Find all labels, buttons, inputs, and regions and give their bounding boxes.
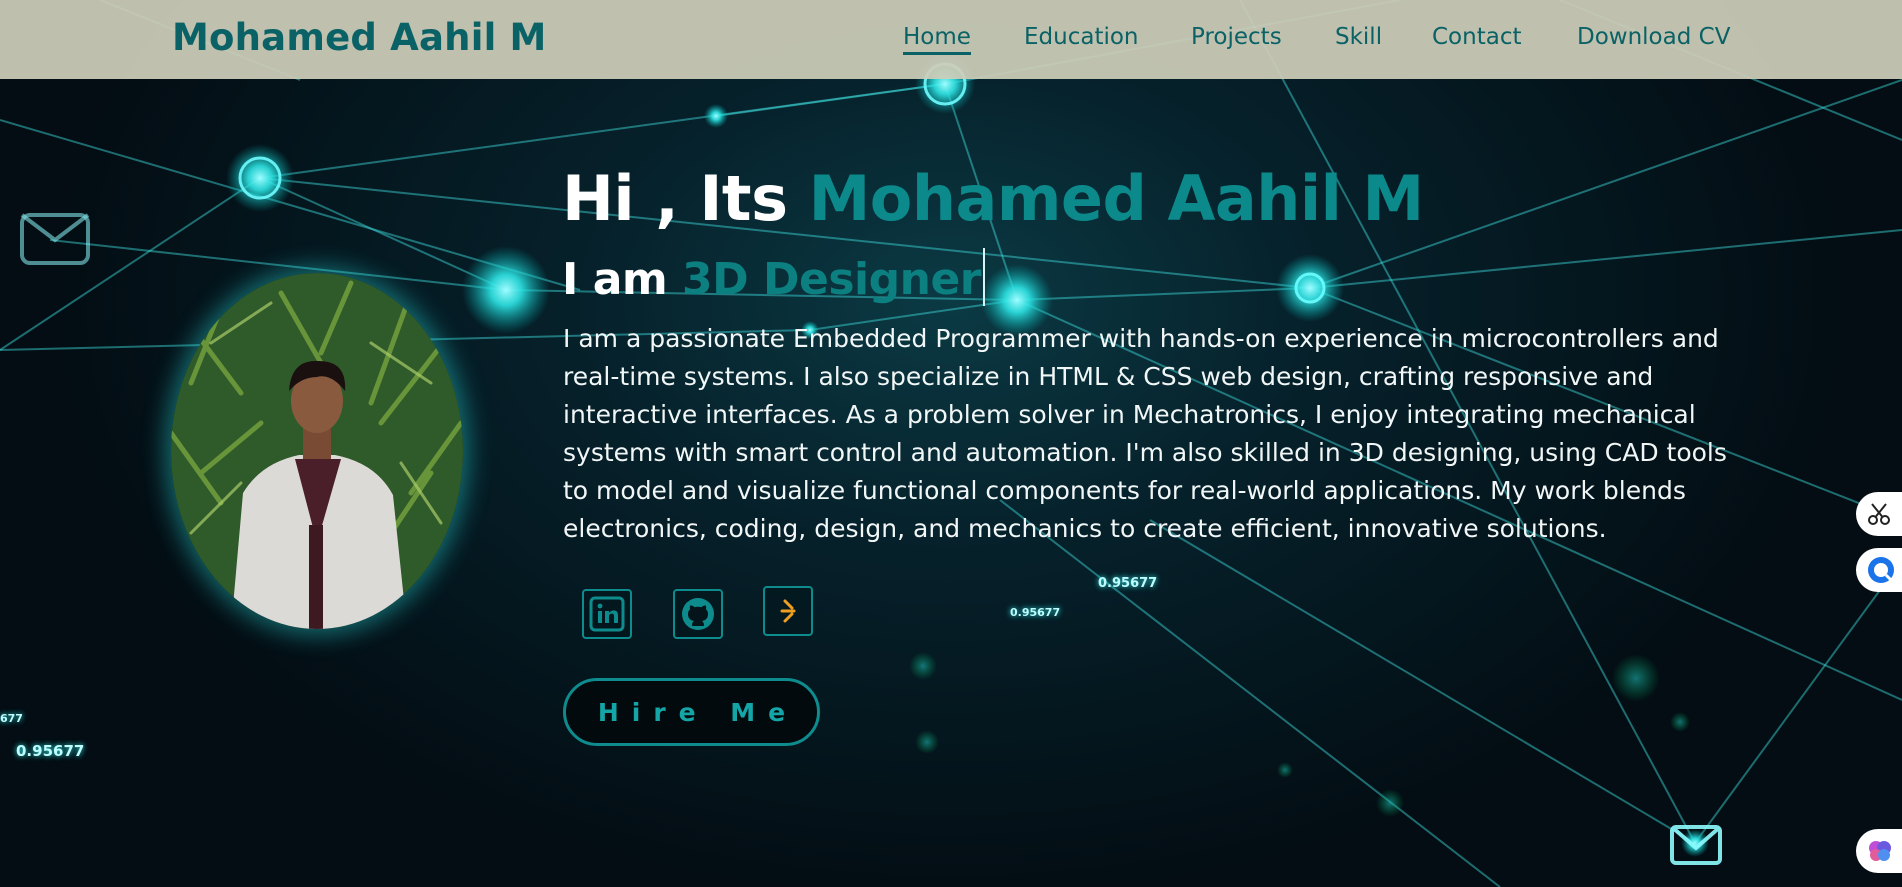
github-icon bbox=[682, 598, 714, 630]
scissors-icon bbox=[1868, 503, 1890, 525]
side-widget-scissors[interactable] bbox=[1856, 492, 1902, 536]
nav-skill[interactable]: Skill bbox=[1335, 24, 1382, 50]
chat-bubble-icon bbox=[1868, 557, 1894, 583]
floating-number: 0.95677 bbox=[1010, 606, 1061, 619]
hire-me-button[interactable]: Hire Me bbox=[563, 678, 820, 746]
hero-bio: I am a passionate Embedded Programmer wi… bbox=[563, 324, 1727, 543]
top-navbar: Mohamed Aahil M Home Education Projects … bbox=[0, 0, 1902, 79]
greeting-name: Mohamed Aahil M bbox=[808, 162, 1425, 235]
role-prefix: I am bbox=[562, 254, 683, 305]
floating-number: 0.95677 bbox=[1098, 576, 1158, 591]
floating-number: 0.95677 bbox=[16, 742, 85, 760]
page: 0.95677 0.95677 0.95677 677 Mohamed Aahi… bbox=[0, 0, 1902, 887]
nav-download-cv[interactable]: Download CV bbox=[1577, 24, 1730, 50]
greeting-prefix: Hi , Its bbox=[562, 162, 809, 235]
nav-education[interactable]: Education bbox=[1024, 24, 1139, 50]
skillrack-button[interactable] bbox=[763, 586, 813, 636]
brain-icon bbox=[1869, 841, 1891, 861]
floating-number: 677 bbox=[0, 712, 23, 725]
main-nav: Home Education Projects Skill Contact Do… bbox=[0, 24, 1902, 64]
skillrack-icon bbox=[780, 599, 796, 623]
hero-role: I am 3D Designer bbox=[562, 248, 986, 306]
linkedin-button[interactable] bbox=[582, 589, 632, 639]
profile-photo bbox=[171, 273, 463, 629]
profile-photo-illustration bbox=[171, 273, 463, 629]
typing-caret bbox=[983, 248, 986, 306]
nav-contact[interactable]: Contact bbox=[1432, 24, 1521, 50]
role-typed-text: 3D Designer bbox=[682, 254, 982, 305]
side-widget-chat[interactable] bbox=[1856, 548, 1902, 592]
github-button[interactable] bbox=[673, 589, 723, 639]
nav-projects[interactable]: Projects bbox=[1191, 24, 1282, 50]
nav-home[interactable]: Home bbox=[903, 24, 971, 55]
linkedin-icon bbox=[589, 596, 625, 632]
side-widget-brain[interactable] bbox=[1856, 829, 1902, 873]
hero-greeting: Hi , Its Mohamed Aahil M bbox=[562, 162, 1424, 235]
